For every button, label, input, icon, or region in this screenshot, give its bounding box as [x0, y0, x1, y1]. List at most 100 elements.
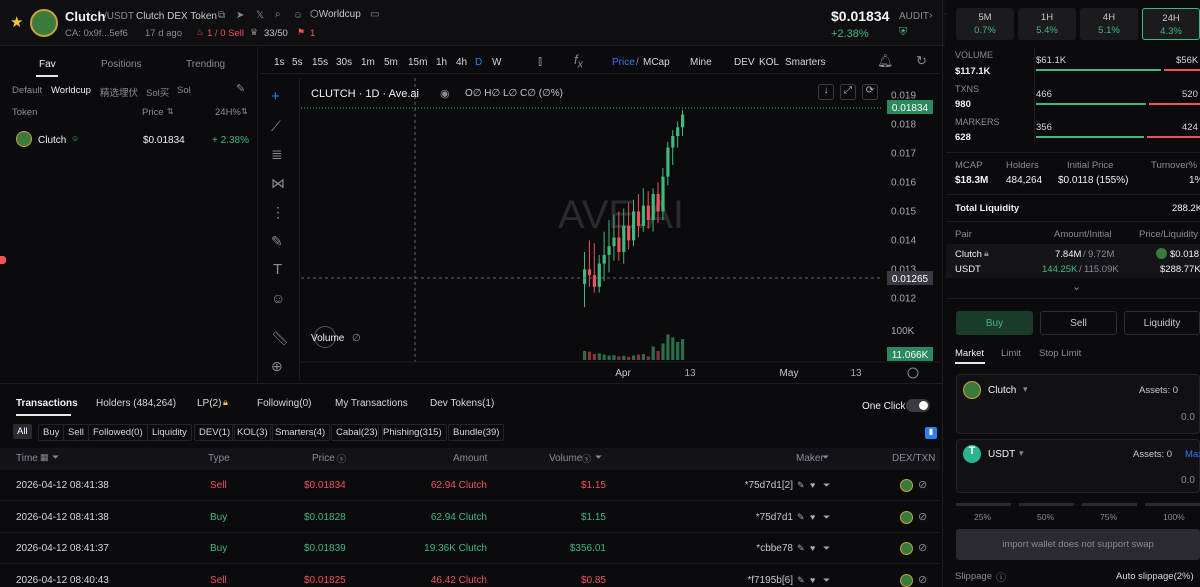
- interval-w[interactable]: W: [492, 57, 501, 68]
- maker-heart-icon[interactable]: ♥: [810, 543, 815, 553]
- maker-filter-icon[interactable]: ⏷: [822, 452, 829, 463]
- filter-solbuy[interactable]: Sol买: [146, 85, 169, 99]
- price-info-icon[interactable]: ⓢ: [337, 452, 346, 465]
- volume-info-icon[interactable]: ⓢ: [582, 452, 591, 465]
- filter-dev-1-[interactable]: DEV(1): [194, 424, 236, 441]
- maker-filter-icon[interactable]: ⏷: [823, 575, 830, 586]
- bell-icon[interactable]: 🔔︎: [877, 53, 894, 69]
- filter-smarters-4-[interactable]: Smarters(4): [270, 424, 331, 441]
- interval-4h[interactable]: 4h: [456, 57, 467, 68]
- star-icon[interactable]: ★: [10, 13, 23, 31]
- filter-worldcup[interactable]: Worldcup: [51, 85, 91, 96]
- x-icon[interactable]: 𝕏: [256, 10, 264, 21]
- contract-address[interactable]: CA: 0x9f...5ef6: [65, 28, 128, 39]
- interval-15m[interactable]: 15m: [408, 57, 427, 68]
- filter-liquidity[interactable]: Liquidity: [147, 424, 192, 441]
- tab-following[interactable]: Following(0): [257, 398, 311, 409]
- asset1-name[interactable]: Clutch: [988, 385, 1016, 396]
- maker-heart-icon[interactable]: ♥: [810, 575, 815, 585]
- filter-sol[interactable]: Sol: [177, 85, 191, 96]
- trendline-icon[interactable]: ⟋: [271, 118, 281, 135]
- pct-bar-2[interactable]: [1019, 503, 1074, 506]
- maker-edit-icon[interactable]: ✎: [797, 575, 805, 586]
- tx-maker[interactable]: *f7195b[6]: [747, 575, 793, 586]
- auto-slippage[interactable]: Auto slippage(2%): [1116, 571, 1194, 582]
- edit-icon[interactable]: ✎: [236, 82, 245, 95]
- interval-5m[interactable]: 5m: [384, 57, 398, 68]
- chart-toggle-icon[interactable]: ▮: [925, 427, 937, 439]
- fib-icon[interactable]: ⋮: [271, 204, 285, 221]
- maker-filter-icon[interactable]: ⏷: [823, 512, 830, 523]
- buy-button[interactable]: Buy: [956, 311, 1033, 335]
- search-icon[interactable]: ⌕: [275, 9, 281, 20]
- chart-settings-icon[interactable]: [907, 367, 919, 379]
- timeframe-4h[interactable]: 4H 5.1%: [1080, 8, 1138, 40]
- col-change[interactable]: 24H%: [215, 107, 241, 118]
- text-tool-icon[interactable]: T: [273, 261, 282, 278]
- interval-1h[interactable]: 1h: [436, 57, 447, 68]
- candle-type-icon[interactable]: ⫾: [538, 53, 542, 69]
- filter-cabal-23-[interactable]: Cabal(23): [331, 424, 383, 441]
- refresh-icon[interactable]: ↻: [916, 53, 927, 69]
- pct-label-1[interactable]: 25%: [974, 512, 991, 522]
- toggle-mcap[interactable]: MCap: [643, 57, 670, 68]
- maker-edit-icon[interactable]: ✎: [797, 512, 805, 523]
- txn-link-icon[interactable]: ⊘: [918, 510, 927, 523]
- price-chart[interactable]: AVE.AI 0.019 0.018 0.017 0.016 0.015 0.014 0.0…: [301, 78, 941, 382]
- horizontal-lines-icon[interactable]: ≣: [271, 146, 283, 163]
- chevron-right-icon[interactable]: ›: [929, 10, 932, 21]
- telegram-icon[interactable]: ➤: [236, 10, 244, 21]
- toggle-dev[interactable]: DEV: [734, 57, 755, 68]
- asset2-name[interactable]: USDT: [988, 449, 1015, 460]
- sort-icon[interactable]: ⇅: [167, 107, 174, 116]
- filter-kol-3-[interactable]: KOL(3): [232, 424, 273, 441]
- asset-card-usdt[interactable]: T USDT ▾ Assets: 0 Max 0.0: [956, 439, 1200, 493]
- maker-filter-icon[interactable]: ⏷: [823, 543, 830, 554]
- asset1-dropdown-icon[interactable]: ▾: [1023, 384, 1028, 395]
- tab-dev-tokens[interactable]: Dev Tokens(1): [430, 398, 494, 409]
- filter-sell[interactable]: Sell: [63, 424, 89, 441]
- pattern-icon[interactable]: ⋈: [271, 175, 285, 192]
- tag-worldcup[interactable]: ⬡Worldcup: [310, 9, 361, 20]
- toggle-smarters[interactable]: Smarters: [785, 57, 826, 68]
- maker-edit-icon[interactable]: ✎: [797, 543, 805, 554]
- community-icon[interactable]: ☺: [293, 10, 303, 21]
- table-row[interactable]: 2026-04-12 08:41:38 Sell $0.01834 62.94 Clu…: [0, 471, 940, 501]
- maker-heart-icon[interactable]: ♥: [810, 512, 815, 522]
- crosshair-icon[interactable]: +: [271, 88, 280, 105]
- indicator-icon[interactable]: fx: [574, 52, 583, 71]
- pct-bar-3[interactable]: [1082, 503, 1137, 506]
- comment-icon[interactable]: ▭: [370, 9, 379, 20]
- timeframe-24h[interactable]: 24H 4.3%: [1142, 8, 1200, 40]
- txn-link-icon[interactable]: ⊘: [918, 573, 927, 586]
- pct-label-2[interactable]: 50%: [1037, 512, 1054, 522]
- timeframe-5m[interactable]: 5M 0.7%: [956, 8, 1014, 40]
- tab-limit[interactable]: Limit: [1001, 348, 1021, 359]
- filter-phishing-315-[interactable]: Phishing(315): [378, 424, 447, 441]
- slippage-info-icon[interactable]: ⓘ: [996, 569, 1006, 584]
- fav-row-clutch[interactable]: Clutch ☺ $0.01834 + 2.38%: [0, 127, 258, 153]
- table-row[interactable]: 2026-04-12 08:40:43 Sell $0.01825 46.42 Clu…: [0, 566, 940, 587]
- pct-label-3[interactable]: 75%: [1100, 512, 1117, 522]
- filter-default[interactable]: Default: [12, 85, 42, 96]
- filter-followed-0-[interactable]: Followed(0): [88, 424, 148, 441]
- brush-icon[interactable]: ✎: [271, 233, 283, 250]
- tx-maker[interactable]: *75d7d1[2]: [745, 480, 793, 491]
- th-time[interactable]: Time: [16, 453, 38, 464]
- import-wallet-button[interactable]: import wallet does not support swap: [956, 529, 1200, 560]
- tx-maker[interactable]: *75d7d1: [756, 512, 793, 523]
- maker-filter-icon[interactable]: ⏷: [823, 480, 830, 491]
- th-price[interactable]: Price: [312, 453, 335, 464]
- asset2-max[interactable]: Max: [1185, 449, 1200, 460]
- filter-all[interactable]: All: [13, 424, 32, 439]
- pct-bar-4[interactable]: [1145, 503, 1200, 506]
- toggle-kol[interactable]: KOL: [759, 57, 779, 68]
- col-price[interactable]: Price: [142, 107, 164, 118]
- interval-15s[interactable]: 15s: [312, 57, 328, 68]
- maker-heart-icon[interactable]: ♥: [810, 480, 815, 490]
- tab-transactions[interactable]: Transactions: [16, 398, 78, 409]
- audit-label[interactable]: AUDIT: [899, 11, 929, 22]
- calendar-icon[interactable]: ▦: [40, 452, 49, 463]
- tab-my-transactions[interactable]: My Transactions: [335, 398, 408, 409]
- chart-reload-icon[interactable]: ⟳: [862, 84, 878, 100]
